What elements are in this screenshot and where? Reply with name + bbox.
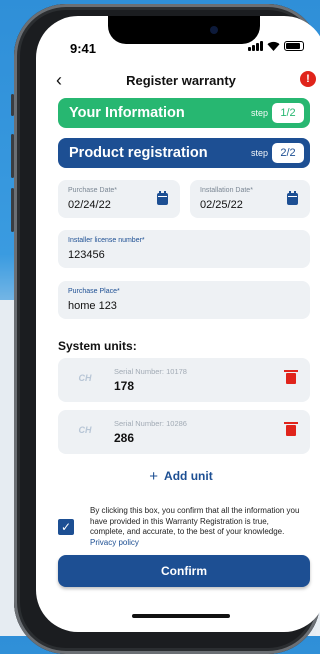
field-label: Installer license number* <box>68 237 145 244</box>
side-button <box>11 134 14 178</box>
wifi-icon <box>267 41 280 51</box>
calendar-icon[interactable] <box>157 191 168 205</box>
add-unit-button[interactable]: + Add unit <box>36 468 320 485</box>
field-label: Purchase Date* <box>68 187 118 194</box>
serial-number: Serial Number: 10286 <box>114 419 187 428</box>
purchase-date-field[interactable]: Purchase Date* 02/24/22 <box>58 180 180 218</box>
info-icon[interactable]: ! <box>300 71 316 87</box>
signal-icon <box>248 41 263 51</box>
unit-card[interactable]: CH Serial Number: 10286 286 <box>58 410 310 454</box>
side-button <box>11 94 14 116</box>
notch <box>108 16 260 44</box>
step-label: step <box>250 108 268 118</box>
serial-number: Serial Number: 10178 <box>114 367 187 376</box>
system-units-title: System units: <box>58 339 137 353</box>
installer-license-field[interactable]: Installer license number* 123456 <box>58 230 310 268</box>
app-screen: 9:41 ‹ Register warranty ! Your Informat… <box>36 16 320 632</box>
unit-code: 178 <box>114 379 135 393</box>
step-title: Product registration <box>69 145 208 161</box>
brand-logo: CH <box>70 424 100 440</box>
field-label: Installation Date* <box>200 187 253 194</box>
status-icons <box>248 41 304 51</box>
consent-checkbox[interactable]: ✓ <box>58 519 74 535</box>
step-title: Your Information <box>69 105 185 121</box>
field-value: 02/24/22 <box>68 199 111 211</box>
status-time: 9:41 <box>70 41 97 56</box>
unit-card[interactable]: CH Serial Number: 10178 178 <box>58 358 310 402</box>
logo-text: CH <box>78 425 92 435</box>
step-your-information[interactable]: Your Information step 1/2 <box>58 98 310 128</box>
camera-dot <box>210 26 218 34</box>
unit-code: 286 <box>114 431 135 445</box>
field-value: 02/25/22 <box>200 199 243 211</box>
phone-frame: 9:41 ‹ Register warranty ! Your Informat… <box>11 4 320 654</box>
consent-body: By clicking this box, you confirm that a… <box>90 506 300 536</box>
field-value: 123456 <box>68 249 105 261</box>
plus-icon: + <box>149 468 159 485</box>
trash-icon[interactable] <box>284 422 298 436</box>
confirm-button[interactable]: Confirm <box>58 555 310 587</box>
field-value: home 123 <box>68 300 117 312</box>
purchase-place-field[interactable]: Purchase Place* home 123 <box>58 281 310 319</box>
top-bar: ‹ Register warranty ! <box>36 68 320 94</box>
logo-text: CH <box>78 373 92 383</box>
trash-icon[interactable] <box>284 370 298 384</box>
privacy-policy-link[interactable]: Privacy policy <box>90 538 139 547</box>
side-button <box>11 188 14 232</box>
step-product-registration[interactable]: Product registration step 2/2 <box>58 138 310 168</box>
step-number: 2/2 <box>272 143 304 163</box>
installation-date-field[interactable]: Installation Date* 02/25/22 <box>190 180 310 218</box>
brand-logo: CH <box>70 372 100 388</box>
battery-icon <box>284 41 304 51</box>
step-number: 1/2 <box>272 103 304 123</box>
home-indicator <box>132 614 230 618</box>
calendar-icon[interactable] <box>287 191 298 205</box>
step-label: step <box>250 148 268 158</box>
consent-text: By clicking this box, you confirm that a… <box>90 506 302 548</box>
add-unit-label: Add unit <box>164 469 213 483</box>
field-label: Purchase Place* <box>68 288 120 295</box>
page-title: Register warranty <box>126 73 236 88</box>
